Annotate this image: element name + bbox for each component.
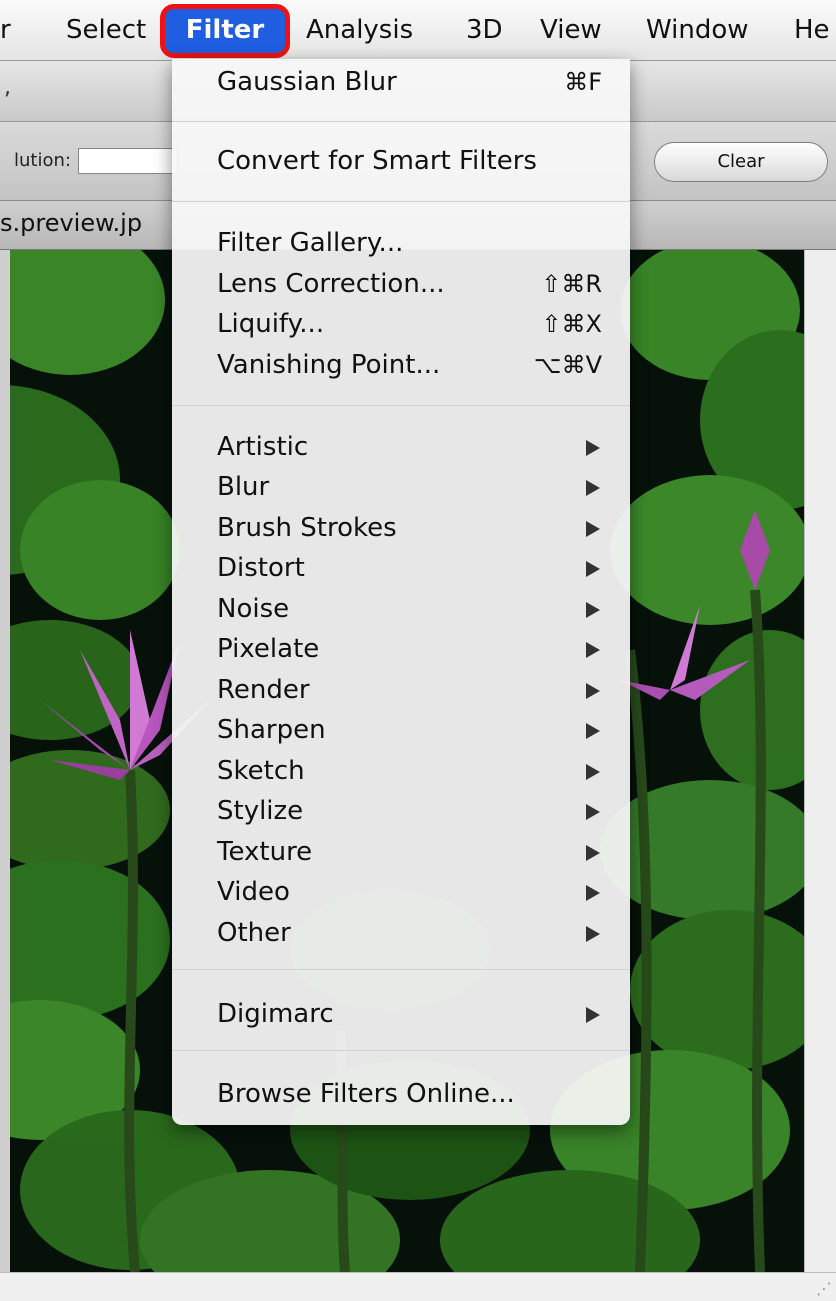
menu-item-lens-correction[interactable]: Lens Correction... ⇧⌘R bbox=[217, 264, 602, 304]
menu-select[interactable]: Select bbox=[66, 0, 146, 60]
menu-item-label: Noise bbox=[217, 594, 290, 624]
menu-item-label: Pixelate bbox=[217, 634, 320, 664]
menu-bar: r Select Filter Analysis 3D View Window … bbox=[0, 0, 836, 61]
menu-item-blur[interactable]: Blur bbox=[217, 467, 602, 507]
menu-item-label: Browse Filters Online... bbox=[217, 1079, 515, 1109]
submenu-arrow-icon bbox=[586, 723, 600, 739]
menu-item-artistic[interactable]: Artistic bbox=[217, 427, 602, 467]
menu-item-label: Sketch bbox=[217, 756, 305, 786]
menu-item-label: Stylize bbox=[217, 796, 304, 826]
menu-item-sketch[interactable]: Sketch bbox=[217, 751, 602, 791]
menu-item-pixelate[interactable]: Pixelate bbox=[217, 629, 602, 669]
submenu-arrow-icon bbox=[586, 926, 600, 942]
menu-item-texture[interactable]: Texture bbox=[217, 832, 602, 872]
menu-item-label: Sharpen bbox=[217, 715, 326, 745]
menu-help-partial[interactable]: He bbox=[794, 0, 830, 60]
menu-item-label: Lens Correction... bbox=[217, 269, 445, 299]
menu-item-noise[interactable]: Noise bbox=[217, 589, 602, 629]
menu-item-gaussian-blur[interactable]: Gaussian Blur ⌘F bbox=[217, 62, 602, 102]
menu-item-filter-gallery[interactable]: Filter Gallery... bbox=[217, 223, 602, 263]
menu-item-label: Distort bbox=[217, 553, 305, 583]
shortcut-text: ⇧⌘X bbox=[541, 310, 602, 338]
submenu-arrow-icon bbox=[586, 521, 600, 537]
submenu-arrow-icon bbox=[586, 885, 600, 901]
menu-window[interactable]: Window bbox=[646, 0, 749, 60]
menu-item-other[interactable]: Other bbox=[217, 913, 602, 953]
menu-analysis[interactable]: Analysis bbox=[306, 0, 413, 60]
status-bar: ⋰ bbox=[0, 1272, 836, 1301]
submenu-arrow-icon bbox=[586, 602, 600, 618]
menu-item-stylize[interactable]: Stylize bbox=[217, 791, 602, 831]
menu-item-brush-strokes[interactable]: Brush Strokes bbox=[217, 508, 602, 548]
submenu-arrow-icon bbox=[586, 480, 600, 496]
menu-item-label: Render bbox=[217, 675, 310, 705]
submenu-arrow-icon bbox=[586, 642, 600, 658]
menu-item-label: Blur bbox=[217, 472, 270, 502]
menu-item-label: Other bbox=[217, 918, 291, 948]
menu-filter[interactable]: Filter bbox=[160, 4, 290, 58]
menu-item-digimarc[interactable]: Digimarc bbox=[217, 994, 602, 1034]
menu-separator bbox=[172, 201, 630, 202]
menu-item-label: Texture bbox=[217, 837, 313, 867]
menu-separator bbox=[172, 405, 630, 406]
menu-layer-partial[interactable]: r bbox=[0, 0, 11, 60]
menu-item-browse-filters-online[interactable]: Browse Filters Online... bbox=[217, 1074, 602, 1114]
menu-item-render[interactable]: Render bbox=[217, 670, 602, 710]
resolution-label: lution: bbox=[14, 150, 71, 171]
submenu-arrow-icon bbox=[586, 440, 600, 456]
submenu-arrow-icon bbox=[586, 1007, 600, 1023]
menu-item-label: Digimarc bbox=[217, 999, 334, 1029]
menu-3d[interactable]: 3D bbox=[466, 0, 503, 60]
document-title: s.preview.jp bbox=[0, 209, 143, 237]
menu-item-video[interactable]: Video bbox=[217, 872, 602, 912]
menu-item-label: Brush Strokes bbox=[217, 513, 397, 543]
submenu-arrow-icon bbox=[586, 845, 600, 861]
submenu-arrow-icon bbox=[586, 561, 600, 577]
menu-item-label: Vanishing Point... bbox=[217, 350, 441, 380]
right-panel-edge bbox=[804, 250, 836, 1272]
menu-item-convert-smart-filters[interactable]: Convert for Smart Filters bbox=[217, 141, 602, 181]
menu-item-liquify[interactable]: Liquify... ⇧⌘X bbox=[217, 304, 602, 344]
submenu-arrow-icon bbox=[586, 804, 600, 820]
resize-grip-icon[interactable]: ⋰ bbox=[816, 1279, 832, 1298]
submenu-arrow-icon bbox=[586, 683, 600, 699]
shortcut-text: ⇧⌘R bbox=[541, 270, 602, 298]
menu-item-label: Artistic bbox=[217, 432, 309, 462]
toolbar-fragment: , bbox=[4, 75, 11, 100]
left-panel-edge bbox=[0, 250, 10, 1272]
menu-item-label: Gaussian Blur bbox=[217, 67, 397, 97]
menu-item-distort[interactable]: Distort bbox=[217, 548, 602, 588]
menu-view[interactable]: View bbox=[540, 0, 602, 60]
menu-item-label: Video bbox=[217, 877, 290, 907]
menu-separator bbox=[172, 969, 630, 970]
shortcut-text: ⌘F bbox=[564, 68, 602, 96]
shortcut-text: ⌥⌘V bbox=[533, 351, 602, 379]
menu-item-label: Filter Gallery... bbox=[217, 228, 404, 258]
menu-separator bbox=[172, 1050, 630, 1051]
filter-menu: Gaussian Blur ⌘F Convert for Smart Filte… bbox=[172, 59, 630, 1125]
menu-item-label: Convert for Smart Filters bbox=[217, 146, 537, 176]
menu-item-vanishing-point[interactable]: Vanishing Point... ⌥⌘V bbox=[217, 345, 602, 385]
menu-item-label: Liquify... bbox=[217, 309, 325, 339]
resolution-input[interactable] bbox=[78, 148, 178, 174]
submenu-arrow-icon bbox=[586, 764, 600, 780]
clear-button[interactable]: Clear bbox=[654, 142, 828, 182]
menu-item-sharpen[interactable]: Sharpen bbox=[217, 710, 602, 750]
menu-separator bbox=[172, 121, 630, 122]
